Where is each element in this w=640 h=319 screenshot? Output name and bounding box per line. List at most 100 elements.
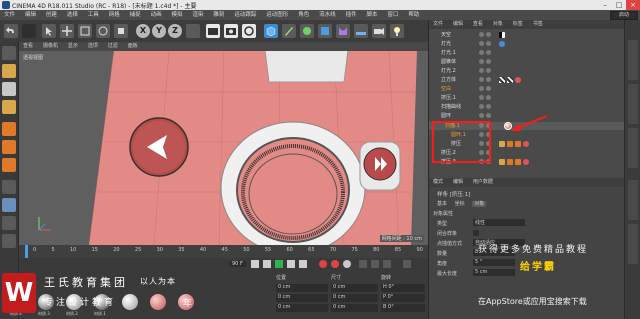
menu-snap[interactable]: 捕捉: [126, 10, 145, 20]
om-menu-file[interactable]: 文件: [429, 20, 447, 29]
recent-tool-icon[interactable]: [114, 24, 128, 38]
object-row[interactable]: 灯光.1: [429, 49, 625, 57]
object-row[interactable]: 灯光.2: [429, 67, 625, 75]
om-menu-bookmarks[interactable]: 书签: [529, 20, 547, 29]
size-y-field[interactable]: 0 cm: [331, 294, 378, 302]
keyframe-selection-icon[interactable]: [343, 260, 351, 268]
viewport-menu-panel[interactable]: 面板: [124, 42, 142, 51]
viewport-menu-filter[interactable]: 过滤: [104, 42, 122, 51]
step-forward-icon[interactable]: [287, 260, 295, 268]
tweak-mode-icon[interactable]: [2, 198, 16, 212]
timeline-playhead[interactable]: [25, 245, 28, 258]
cube-primitive-icon[interactable]: [264, 24, 278, 38]
snap-icon[interactable]: [2, 216, 16, 230]
go-to-start-icon[interactable]: [251, 260, 259, 268]
undo-icon[interactable]: [4, 24, 18, 38]
attr-menu-user-data[interactable]: 用户数据: [469, 178, 497, 187]
render-dot[interactable]: [486, 32, 491, 37]
object-row[interactable]: 天空: [429, 31, 625, 39]
end-frame-field[interactable]: 90 F: [229, 261, 246, 267]
om-menu-view[interactable]: 查看: [469, 20, 487, 29]
visibility-dot[interactable]: [479, 113, 484, 118]
render-dot[interactable]: [486, 68, 491, 73]
selection-tag-icon[interactable]: [515, 159, 521, 165]
render-dot[interactable]: [486, 59, 491, 64]
menu-tools[interactable]: 工具: [84, 10, 103, 20]
live-select-icon[interactable]: [42, 24, 56, 38]
menu-character[interactable]: 角色: [294, 10, 313, 20]
camera-icon[interactable]: [372, 24, 386, 38]
scale-tool-icon[interactable]: [78, 24, 92, 38]
menu-simulate[interactable]: 模拟: [168, 10, 187, 20]
structure-side-tab[interactable]: [628, 128, 638, 168]
timeline-ruler[interactable]: 0 5 10 15 20 25 30 35 40 45 50 55 60 65 …: [19, 245, 428, 258]
visibility-dot[interactable]: [479, 59, 484, 64]
attributes-side-tab[interactable]: [628, 180, 638, 220]
visibility-dot[interactable]: [479, 77, 484, 82]
attr-menu-mode[interactable]: 模式: [429, 178, 447, 187]
phong-tag-icon[interactable]: [499, 159, 505, 165]
material-tag-icon[interactable]: [523, 159, 529, 165]
record-key-icon[interactable]: [319, 260, 327, 268]
layers-side-tab[interactable]: [628, 224, 638, 264]
redo-icon[interactable]: [22, 24, 36, 38]
visibility-dot[interactable]: [479, 86, 484, 91]
visibility-dot[interactable]: [479, 50, 484, 55]
subdivision-surface-icon[interactable]: [300, 24, 314, 38]
light-icon[interactable]: [390, 24, 404, 38]
layout-select[interactable]: 启动: [609, 11, 638, 20]
visibility-dot[interactable]: [479, 68, 484, 73]
object-row[interactable]: 立方体: [429, 76, 625, 84]
menu-create[interactable]: 创建: [42, 10, 61, 20]
size-x-field[interactable]: 0 cm: [331, 284, 378, 292]
rotation-key-icon[interactable]: [371, 260, 379, 268]
viewport-menu-display[interactable]: 显示: [64, 42, 82, 51]
light-tag-icon[interactable]: [499, 41, 505, 47]
menu-motion-tracking[interactable]: 运动跟踪: [230, 10, 260, 20]
selection-tag-icon[interactable]: [507, 141, 513, 147]
coordinate-system-icon[interactable]: [186, 24, 200, 38]
material-tag-icon[interactable]: [523, 141, 529, 147]
viewport-menu-view[interactable]: 查看: [19, 42, 37, 51]
object-row[interactable]: 灯光: [429, 40, 625, 48]
menu-mesh[interactable]: 网格: [105, 10, 124, 20]
menu-render[interactable]: 渲染: [188, 10, 207, 20]
menu-file[interactable]: 文件: [0, 10, 19, 20]
om-menu-tags[interactable]: 标签: [509, 20, 527, 29]
attr-tab-object[interactable]: 对象: [472, 201, 487, 207]
type-select[interactable]: 线性: [473, 219, 525, 226]
attr-tab-coord[interactable]: 坐标: [455, 201, 465, 207]
texture-mode-icon[interactable]: [2, 82, 16, 96]
visibility-dot[interactable]: [479, 32, 484, 37]
menu-plugins[interactable]: 插件: [342, 10, 361, 20]
step-back-icon[interactable]: [263, 260, 271, 268]
menu-edit[interactable]: 编辑: [21, 10, 40, 20]
points-mode-icon[interactable]: [2, 122, 16, 136]
rotation-p-field[interactable]: P 0°: [381, 294, 425, 302]
sky-tag-icon[interactable]: [499, 32, 505, 38]
y-axis-lock-button[interactable]: Y: [152, 24, 166, 38]
maximize-button[interactable]: □: [612, 0, 626, 10]
menu-sculpt[interactable]: 雕刻: [209, 10, 228, 20]
edges-mode-icon[interactable]: [2, 140, 16, 154]
floor-icon[interactable]: [354, 24, 368, 38]
make-editable-icon[interactable]: [2, 46, 16, 60]
play-icon[interactable]: [275, 260, 283, 268]
visibility-dot[interactable]: [479, 95, 484, 100]
selection-tag-icon[interactable]: [515, 141, 521, 147]
attr-menu-edit[interactable]: 编辑: [449, 178, 467, 187]
selection-tag-icon[interactable]: [507, 159, 513, 165]
z-axis-lock-button[interactable]: Z: [168, 24, 182, 38]
polygons-mode-icon[interactable]: [2, 158, 16, 172]
close-button[interactable]: ×: [626, 0, 640, 10]
size-z-field[interactable]: 0 cm: [331, 304, 378, 312]
position-y-field[interactable]: 0 cm: [276, 294, 328, 302]
om-menu-objects[interactable]: 对象: [489, 20, 507, 29]
render-dot[interactable]: [486, 113, 491, 118]
texture-tag-icon[interactable]: [507, 77, 513, 83]
texture-tag-icon[interactable]: [499, 77, 505, 83]
render-dot[interactable]: [486, 77, 491, 82]
menu-window[interactable]: 窗口: [383, 10, 402, 20]
render-view-icon[interactable]: [206, 24, 220, 38]
object-row[interactable]: 挤压.1: [429, 94, 625, 102]
